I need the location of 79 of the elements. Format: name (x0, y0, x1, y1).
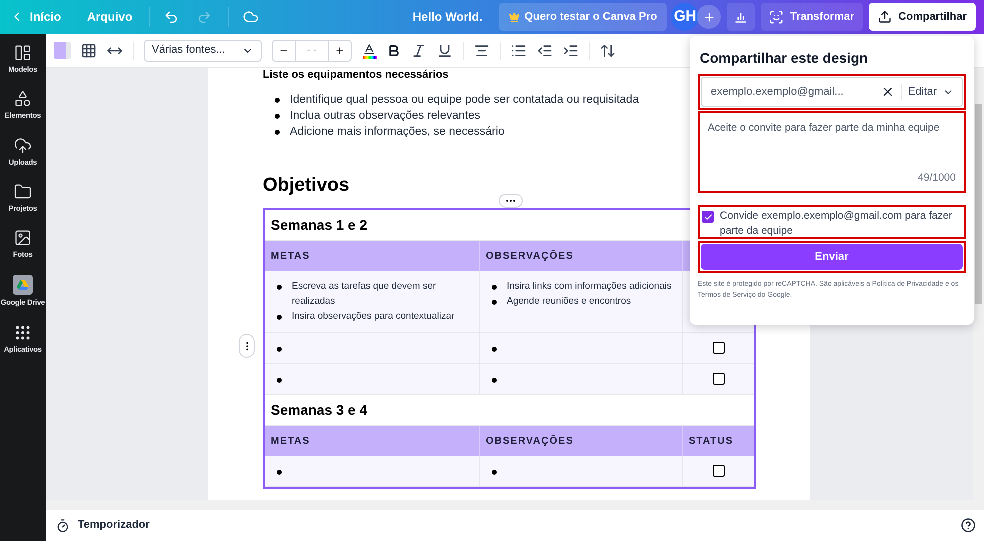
table-title: Semanas 3 e 4 (271, 400, 368, 420)
status-checkbox[interactable] (712, 465, 724, 477)
pro-button[interactable]: Quero testar o Canva Pro (498, 3, 668, 31)
list-item: Inclua outras observações relevantes (290, 109, 480, 124)
upload-icon (14, 136, 32, 154)
bullet-icon (275, 98, 280, 103)
text-color-icon[interactable] (362, 42, 377, 58)
bullet-icon (492, 285, 497, 290)
column-header: OBSERVAÇÕES (486, 434, 574, 448)
font-dropdown[interactable]: Várias fontes... (144, 40, 262, 62)
more-options-button[interactable] (499, 194, 523, 208)
list-item: Identifique qual pessoa ou equipe pode ser contatada ou requisitada (290, 93, 640, 108)
design-title[interactable]: Hello World. (412, 8, 483, 26)
bold-icon[interactable] (387, 44, 401, 58)
bullet-icon (492, 470, 497, 475)
invite-checkbox[interactable] (702, 211, 714, 223)
apps-icon (14, 324, 32, 342)
bullet-icon (492, 347, 497, 352)
document-heading: Objetivos (263, 174, 351, 198)
layout-icon (14, 44, 32, 62)
panel-title: Compartilhar este design (699, 49, 870, 68)
list-item: Escreva as tarefas que devem ser realizadas (292, 280, 438, 309)
email-value: exemplo.exemplo@gmail... (711, 84, 844, 100)
column-header: METAS (271, 434, 310, 448)
send-button[interactable]: Enviar (701, 244, 963, 270)
column-header: OBSERVAÇÕES (486, 249, 574, 264)
column-header: METAS (271, 250, 310, 264)
list-item: Insira links com informações adicionais (507, 280, 672, 294)
outdent-icon[interactable] (537, 42, 553, 58)
bullet-icon (492, 300, 497, 305)
timer-icon (56, 518, 70, 532)
line-spacing-icon[interactable] (600, 42, 616, 58)
drag-handle[interactable] (239, 334, 255, 358)
list-item: Agende reuniões e encontros (507, 295, 632, 309)
shapes-icon (14, 90, 32, 108)
bullet-icon (277, 470, 282, 475)
email-field[interactable]: exemplo.exemplo@gmail... Editar (701, 77, 963, 107)
message-field[interactable]: Aceite o convite para fazer parte da minha equipe (708, 121, 956, 137)
indent-icon[interactable] (563, 42, 579, 58)
share-button[interactable]: Compartilhar (868, 3, 976, 31)
drive-icon (13, 275, 33, 296)
transform-button[interactable]: Transformar (761, 3, 863, 31)
column-header: STATUS (689, 434, 734, 448)
vertical-scrollbar[interactable] (973, 68, 984, 510)
permission-dropdown[interactable]: Editar (908, 84, 954, 100)
plus-icon (702, 10, 716, 24)
bullet-icon (277, 378, 282, 383)
list-item: Adicione mais informações, se necessário (290, 125, 505, 140)
list-item: Insira observações para contextualizar (292, 310, 455, 324)
share-icon (878, 10, 892, 24)
insights-button[interactable] (727, 3, 756, 31)
invite-label: Convide exemplo.exemplo@gmail.com para fazer parte da equipe (720, 209, 954, 237)
bullet-icon (492, 378, 497, 383)
italic-icon[interactable] (411, 42, 427, 58)
list-icon[interactable] (511, 42, 527, 58)
bullet-icon (275, 114, 280, 119)
horizontal-scrollbar[interactable] (46, 500, 973, 510)
folder-icon (14, 182, 32, 201)
status-checkbox[interactable] (712, 342, 724, 354)
undo-icon[interactable] (164, 10, 179, 24)
underline-icon[interactable] (437, 42, 453, 58)
align-center-icon[interactable] (474, 42, 490, 58)
image-icon (14, 229, 32, 247)
status-checkbox[interactable] (712, 373, 724, 385)
bullet-icon (277, 347, 282, 352)
plus-icon (335, 46, 345, 56)
table-icon[interactable] (81, 42, 97, 58)
help-icon[interactable] (961, 518, 976, 533)
bullet-icon (277, 315, 282, 320)
timer-button[interactable]: Temporizador (56, 517, 150, 534)
add-person-button[interactable] (697, 5, 722, 29)
section-heading: Liste os equipamentos necessários (263, 68, 450, 82)
character-counter: 49/1000 (918, 171, 956, 186)
bullet-icon (277, 285, 282, 290)
color-swatch[interactable] (54, 42, 71, 59)
table-title: Semanas 1 e 2 (271, 216, 368, 234)
crown-icon (508, 12, 520, 22)
avatar[interactable]: GH (671, 3, 700, 31)
bullet-icon (275, 130, 280, 135)
